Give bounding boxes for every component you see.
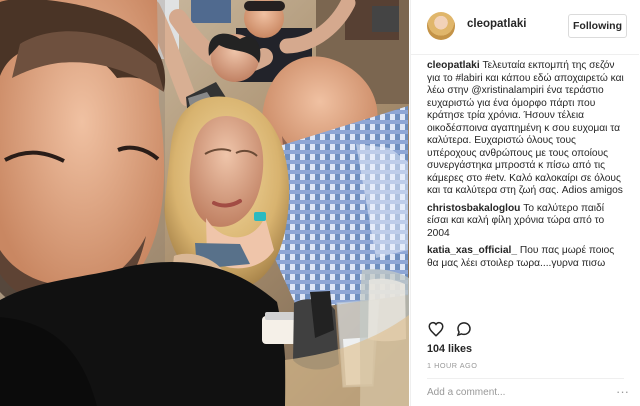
comments-list: cleopatlaki Τελευταία εκπομπή της σεζόν …	[427, 60, 627, 275]
divider	[427, 378, 624, 379]
selfie-image	[0, 0, 409, 406]
add-comment-input[interactable]: Add a comment...	[427, 387, 627, 398]
more-options-icon[interactable]: ···	[616, 384, 629, 399]
caption: cleopatlaki Τελευταία εκπομπή της σεζόν …	[427, 60, 627, 198]
post-time: 1 HOUR AGO	[427, 361, 478, 370]
post-photo[interactable]	[0, 0, 409, 406]
heart-icon[interactable]	[427, 320, 445, 338]
instagram-post: cleopatlaki Following cleopatlaki Τελευτ…	[0, 0, 640, 406]
likes-count[interactable]: 104 likes	[427, 343, 472, 355]
post-actions	[411, 316, 639, 340]
comment-icon[interactable]	[455, 320, 473, 338]
author-username[interactable]: cleopatlaki	[467, 18, 526, 30]
caption-username[interactable]: cleopatlaki	[427, 60, 480, 71]
post-sidebar: cleopatlaki Following cleopatlaki Τελευτ…	[410, 0, 639, 406]
post-header: cleopatlaki Following	[411, 0, 639, 55]
following-button[interactable]: Following	[568, 14, 627, 38]
avatar[interactable]	[427, 12, 455, 40]
caption-text: Τελευταία εκπομπή της σεζόν για το #labi…	[427, 60, 624, 196]
comment-item: christosbakaloglou Το καλύτερο παιδί είσ…	[427, 203, 627, 241]
comment-username[interactable]: christosbakaloglou	[427, 203, 520, 214]
comment-username[interactable]: katia_xas_official_	[427, 245, 517, 256]
comment-item: katia_xas_official_ Που πας μωρέ ποιος θ…	[427, 245, 627, 270]
